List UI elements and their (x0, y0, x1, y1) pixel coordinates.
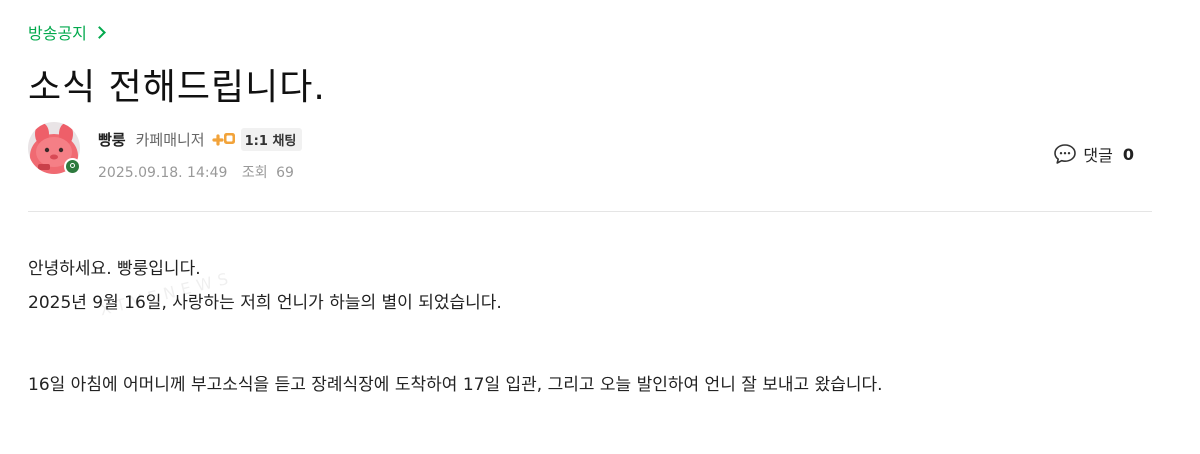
author-role: 카페매니저 (135, 131, 205, 149)
author-info: 빵룽 카페매니저 1:1 채팅 2025.09.18. 14:49 조회 69 (28, 122, 1152, 182)
chevron-right-icon (93, 26, 106, 39)
chat-label: 1:1 채팅 (244, 134, 297, 149)
post-content: 안녕하세요. 빵룽입니다. 2025년 9월 16일, 사랑하는 저희 언니가 … (28, 252, 1152, 402)
post-view: 방송공지 소식 전해드립니다. 빵룽 카페매니저 1:1 채팅 2025.09.… (28, 0, 1152, 454)
board-link[interactable]: 방송공지 (28, 20, 106, 44)
views-label: 조회 (241, 165, 268, 181)
author-line: 빵룽 카페매니저 1:1 채팅 (98, 128, 303, 151)
comment-button[interactable]: 댓글 0 (1053, 142, 1134, 166)
comment-count: 0 (1122, 144, 1134, 164)
avatar[interactable] (28, 122, 81, 175)
comment-bubble-icon (1054, 144, 1077, 164)
cafe-grade-icon (211, 132, 237, 148)
post-meta: 2025.09.18. 14:49 조회 69 (98, 162, 294, 182)
comment-label: 댓글 (1083, 146, 1113, 165)
manager-badge-icon (64, 158, 81, 175)
author-nickname[interactable]: 빵룽 (98, 129, 126, 150)
post-title: 소식 전해드립니다. (28, 67, 326, 108)
board-name: 방송공지 (28, 24, 87, 43)
chat-button[interactable]: 1:1 채팅 (240, 128, 303, 151)
post-date: 2025.09.18. 14:49 (98, 165, 228, 181)
content-line: 16일 아침에 어머니께 부고소식을 듣고 장례식장에 도착하여 17일 입관,… (28, 375, 883, 395)
views-count: 69 (276, 165, 294, 181)
content-line: 안녕하세요. 빵룽입니다. (28, 259, 201, 279)
content-line: 2025년 9월 16일, 사랑하는 저희 언니가 하늘의 별이 되었습니다. (28, 293, 502, 313)
divider (28, 211, 1152, 212)
